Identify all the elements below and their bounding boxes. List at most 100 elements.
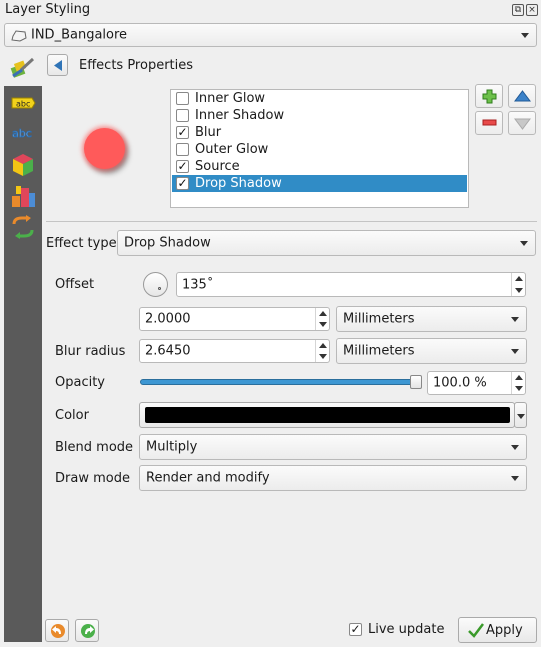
move-up-icon (514, 90, 531, 102)
apply-label: Apply (486, 623, 523, 638)
opacity-spinner[interactable] (511, 372, 525, 394)
draw-mode-value: Render and modify (146, 470, 270, 486)
blur-radius-label: Blur radius (55, 344, 126, 359)
distance-spinner[interactable] (315, 308, 329, 330)
title-bar: Layer Styling ⧉ × (0, 0, 541, 21)
chevron-down-icon (511, 476, 519, 481)
color-menu-button[interactable] (514, 402, 527, 428)
chevron-down-icon (511, 349, 519, 354)
move-down-icon (514, 118, 531, 130)
sidebar-item-3d[interactable] (8, 152, 38, 178)
check-icon (468, 623, 484, 638)
layer-name: IND_Bangalore (31, 27, 128, 43)
effect-item[interactable]: ✓ Source (172, 158, 467, 175)
effect-item[interactable]: ✓ Blur (172, 124, 467, 141)
effect-label: Drop Shadow (195, 176, 282, 191)
effect-item[interactable]: Inner Glow (172, 90, 467, 107)
color-button[interactable] (139, 402, 515, 428)
opacity-slider-track[interactable] (140, 379, 422, 385)
undo-button[interactable] (45, 619, 69, 642)
color-label: Color (55, 408, 89, 423)
dial-marker (158, 287, 161, 290)
effect-checkbox[interactable] (176, 109, 189, 122)
effect-label: Inner Shadow (195, 108, 285, 123)
label-abc-yellow-icon: abc (11, 97, 36, 109)
blur-radius-value: 2.6450 (145, 343, 191, 359)
3d-cube-icon (13, 154, 33, 176)
color-swatch (145, 407, 510, 423)
effect-checkbox[interactable] (176, 92, 189, 105)
effect-type-select[interactable]: Drop Shadow (117, 230, 536, 256)
paintbrush-icon[interactable] (9, 56, 35, 80)
chevron-down-icon (511, 445, 519, 450)
blur-unit-value: Millimeters (343, 343, 415, 359)
effect-item[interactable]: Outer Glow (172, 141, 467, 158)
chevron-down-icon (511, 317, 519, 322)
move-down-button (508, 111, 536, 135)
effect-label: Outer Glow (195, 142, 269, 157)
svg-text:abc: abc (12, 127, 32, 140)
chevron-down-icon (517, 414, 525, 419)
blur-radius-input[interactable]: 2.6450 (139, 339, 330, 363)
effect-label: Source (195, 159, 240, 174)
remove-effect-icon (482, 119, 497, 126)
label-abc-outline-icon: abc (12, 127, 33, 141)
effect-type-label: Effect type (46, 236, 117, 251)
chevron-down-icon (521, 33, 529, 38)
sidebar-item-masks[interactable]: abc (8, 120, 38, 146)
distance-value: 2.0000 (145, 311, 191, 327)
angle-spinner[interactable] (511, 273, 525, 296)
effect-label: Inner Glow (195, 91, 266, 106)
blur-radius-spinner[interactable] (315, 340, 329, 362)
distance-unit-value: Millimeters (343, 311, 415, 327)
blend-mode-label: Blend mode (55, 440, 134, 455)
distance-input[interactable]: 2.0000 (139, 307, 330, 331)
angle-dial[interactable] (143, 272, 168, 297)
draw-mode-label: Draw mode (55, 471, 130, 486)
angle-input[interactable]: 135˚ (176, 272, 526, 297)
diagram-icon (12, 186, 35, 207)
live-update-checkbox[interactable]: ✓ (349, 623, 362, 636)
effect-type-value: Drop Shadow (124, 235, 211, 251)
add-effect-button[interactable] (475, 84, 503, 108)
close-icon[interactable]: × (526, 4, 538, 16)
undo-icon (51, 624, 65, 638)
layer-selector[interactable]: IND_Bangalore (4, 23, 537, 47)
sidebar-item-diagrams[interactable] (8, 184, 38, 210)
effect-label: Blur (195, 125, 222, 140)
live-update-label: Live update (368, 622, 445, 637)
float-icon[interactable]: ⧉ (512, 4, 524, 16)
effect-item[interactable]: ✓ Drop Shadow (172, 175, 467, 192)
sidebar-item-labels[interactable]: abc (8, 90, 38, 116)
svg-text:abc: abc (16, 100, 30, 109)
chevron-down-icon (520, 241, 528, 246)
blend-mode-select[interactable]: Multiply (139, 434, 527, 460)
window-title: Layer Styling (5, 2, 91, 17)
apply-button[interactable]: Apply (458, 617, 537, 643)
redo-button[interactable] (75, 619, 99, 642)
effect-checkbox[interactable]: ✓ (176, 126, 189, 139)
opacity-input[interactable]: 100.0 % (427, 371, 526, 395)
draw-mode-select[interactable]: Render and modify (139, 465, 527, 491)
add-effect-icon (482, 89, 497, 104)
distance-unit-select[interactable]: Millimeters (336, 306, 527, 332)
blend-mode-value: Multiply (146, 439, 198, 455)
effect-checkbox[interactable]: ✓ (176, 160, 189, 173)
back-button[interactable] (47, 54, 68, 76)
panel-title: Effects Properties (79, 58, 194, 73)
back-arrow-icon (54, 60, 62, 71)
redo-icon (81, 624, 95, 638)
sidebar-item-history[interactable] (8, 214, 38, 240)
move-up-button[interactable] (508, 84, 536, 108)
effect-item[interactable]: Inner Shadow (172, 107, 467, 124)
blur-unit-select[interactable]: Millimeters (336, 338, 527, 364)
opacity-value: 100.0 % (433, 375, 487, 391)
remove-effect-button[interactable] (475, 111, 503, 135)
opacity-slider-handle[interactable] (410, 375, 422, 389)
effect-checkbox[interactable]: ✓ (176, 177, 189, 190)
opacity-label: Opacity (55, 375, 106, 390)
effects-list[interactable]: Inner Glow Inner Shadow ✓ Blur Outer Glo… (170, 89, 469, 208)
effect-preview (84, 128, 125, 169)
effect-checkbox[interactable] (176, 143, 189, 156)
divider (46, 221, 537, 222)
